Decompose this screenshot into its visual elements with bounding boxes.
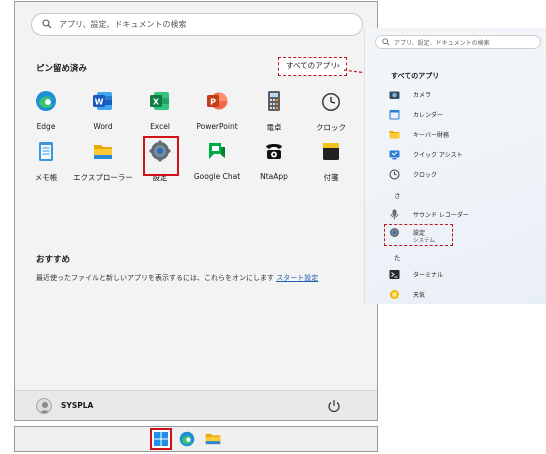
group-letter-ta[interactable]: た: [394, 252, 401, 262]
app-label: サウンド レコーダー: [413, 212, 469, 219]
weather-icon: [390, 290, 399, 299]
microphone-icon: [390, 209, 399, 220]
search-icon: [382, 38, 390, 46]
svg-text:X: X: [153, 98, 160, 107]
folder-icon: [389, 131, 400, 139]
pinned-section-title: ピン留め済み: [36, 64, 88, 74]
app-label: 天気: [413, 292, 426, 299]
recommended-section-title: おすすめ: [36, 255, 71, 265]
sticky-notes-icon: [323, 143, 339, 160]
app-label: クイック アシスト: [413, 152, 463, 159]
pinned-app-excel[interactable]: X Excel: [130, 90, 190, 131]
power-icon[interactable]: [327, 399, 341, 413]
app-label: Edge: [36, 122, 56, 131]
app-label: Excel: [150, 122, 170, 131]
app-label: クロック: [316, 123, 346, 132]
calendar-icon: [389, 110, 400, 120]
excel-icon: X: [150, 92, 169, 110]
app-label: PowerPoint: [196, 122, 238, 131]
pinned-app-notepad[interactable]: メモ帳: [16, 140, 76, 183]
pinned-app-edge[interactable]: Edge: [16, 90, 76, 131]
search-placeholder: アプリ、設定、ドキュメントの検索: [59, 20, 187, 29]
svg-text:W: W: [95, 98, 104, 107]
pinned-app-google-chat[interactable]: Google Chat: [187, 140, 247, 181]
edge-icon: [36, 91, 56, 111]
app-label: メモ帳: [34, 173, 58, 182]
all-apps-search-input[interactable]: アプリ、設定、ドキュメントの検索: [375, 35, 541, 49]
svg-text:P: P: [210, 98, 216, 107]
pinned-app-ntaapp[interactable]: NtaApp: [244, 140, 304, 181]
windows-logo-icon: [154, 432, 168, 446]
pinned-app-sticky-notes[interactable]: 付箋: [301, 140, 361, 183]
clock-icon: [322, 93, 340, 111]
all-apps-label: すべてのアプリ: [286, 61, 338, 70]
google-chat-icon: [209, 143, 225, 159]
taskbar: [14, 426, 378, 452]
app-label: 電卓: [266, 123, 282, 132]
group-letter-sa[interactable]: さ: [394, 190, 401, 200]
recommended-message: 最近使ったファイルと新しいアプリを表示するには、これらをオンにします スタート設…: [36, 273, 318, 283]
pinned-app-explorer[interactable]: エクスプローラー: [73, 140, 133, 183]
app-label: カメラ: [413, 92, 432, 99]
start-settings-link[interactable]: スタート設定: [276, 274, 318, 282]
settings-highlight-box: [143, 136, 179, 176]
search-input[interactable]: アプリ、設定、ドキュメントの検索: [31, 13, 363, 36]
all-apps-item-camera[interactable]: カメラ: [389, 88, 539, 102]
user-icon: [39, 402, 51, 413]
camera-icon: [389, 91, 400, 99]
app-label: Google Chat: [193, 172, 241, 181]
app-label: キーバー財務: [413, 132, 449, 139]
pinned-app-clock[interactable]: クロック: [301, 90, 361, 133]
all-apps-item-quick-assist[interactable]: クイック アシスト: [389, 148, 539, 162]
search-icon: [42, 19, 52, 29]
search-placeholder: アプリ、設定、ドキュメントの検索: [394, 40, 490, 47]
word-icon: W: [93, 92, 112, 110]
folder-icon[interactable]: [205, 432, 221, 446]
recommended-text: 最近使ったファイルと新しいアプリを表示するには、これらをオンにします: [36, 274, 274, 282]
folder-icon: [94, 145, 112, 159]
app-label: カレンダー: [413, 112, 444, 119]
all-apps-panel: アプリ、設定、ドキュメントの検索 すべてのアプリ カメラ カレンダー キーバー財…: [364, 28, 546, 304]
user-bar: SYSPLA: [15, 390, 377, 420]
app-label: NtaApp: [260, 172, 288, 181]
terminal-icon: [389, 270, 400, 279]
all-apps-item-clock[interactable]: クロック: [389, 168, 539, 182]
app-label: Word: [93, 122, 113, 131]
app-label: ターミナル: [413, 272, 444, 279]
calculator-icon: [268, 91, 280, 111]
quick-assist-icon: [389, 150, 400, 160]
all-apps-item-terminal[interactable]: ターミナル: [389, 268, 539, 282]
pinned-app-word[interactable]: W Word: [73, 90, 133, 131]
app-label: クロック: [413, 172, 438, 179]
chevron-right-icon: ›: [336, 61, 340, 70]
settings-highlight-box: [384, 224, 453, 246]
all-apps-item-kiba[interactable]: キーバー財務: [389, 128, 539, 142]
app-label: エクスプローラー: [73, 173, 133, 182]
start-button[interactable]: [150, 428, 172, 450]
pinned-app-powerpoint[interactable]: P PowerPoint: [187, 90, 247, 131]
all-apps-item-calendar[interactable]: カレンダー: [389, 108, 539, 122]
all-apps-button[interactable]: すべてのアプリ ›: [278, 57, 347, 76]
app-label: 付箋: [323, 173, 339, 182]
all-apps-title: すべてのアプリ: [391, 72, 440, 80]
pinned-app-calculator[interactable]: 電卓: [244, 90, 304, 133]
edge-icon[interactable]: [179, 431, 195, 447]
clock-icon: [389, 169, 400, 180]
user-name[interactable]: SYSPLA: [61, 401, 93, 410]
avatar[interactable]: [36, 398, 52, 414]
all-apps-item-sound-recorder[interactable]: サウンド レコーダー: [389, 208, 539, 222]
notepad-icon: [39, 142, 53, 161]
phone-icon: [266, 144, 282, 159]
start-menu: アプリ、設定、ドキュメントの検索 ピン留め済み すべてのアプリ › Edge W…: [14, 1, 378, 421]
powerpoint-icon: P: [207, 92, 228, 110]
all-apps-item-weather[interactable]: 天気: [389, 288, 539, 302]
